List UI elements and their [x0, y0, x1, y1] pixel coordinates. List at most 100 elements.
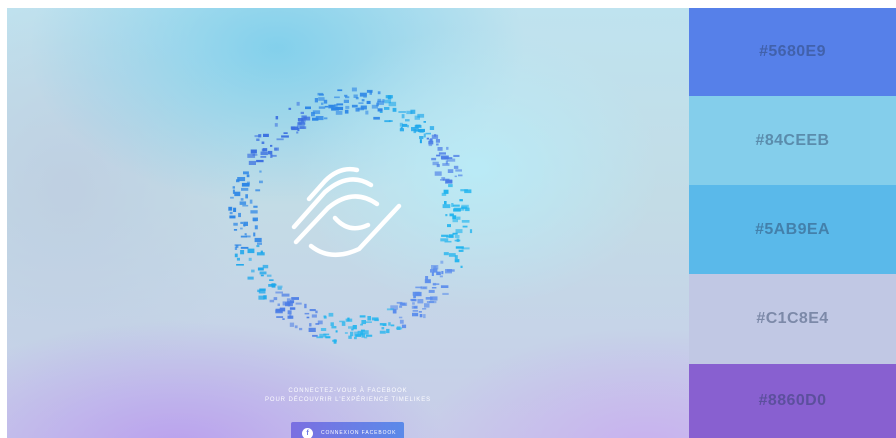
ring-particle — [415, 124, 421, 127]
ring-particle — [304, 303, 307, 309]
ring-particle — [247, 248, 255, 254]
ring-particle — [275, 116, 279, 120]
ring-particle — [413, 306, 418, 309]
ring-particle — [431, 287, 437, 289]
ring-particle — [385, 95, 393, 99]
facebook-button-label: CONNEXION FACEBOOK — [321, 430, 397, 436]
swatch-hex-label: #C1C8E4 — [756, 310, 829, 327]
ring-particle — [246, 174, 250, 178]
ring-particle — [243, 221, 248, 226]
ring-particle — [259, 271, 267, 275]
facebook-connect-button[interactable]: f CONNEXION FACEBOOK — [291, 422, 404, 438]
ring-particle — [275, 309, 283, 314]
ring-particle — [309, 323, 312, 327]
ring-particle — [255, 189, 261, 192]
ring-particle — [275, 291, 283, 294]
ring-particle — [345, 105, 350, 109]
ring-particle — [233, 222, 238, 226]
ring-particle — [248, 160, 256, 165]
ring-particle — [287, 315, 294, 319]
cta-text-line2: POUR DÉCOUVRIR L'EXPÉRIENCE TIMELIKES — [264, 397, 432, 403]
ring-particle — [361, 99, 365, 102]
ring-particle — [333, 339, 337, 344]
ring-particle — [429, 126, 435, 130]
ring-particle — [323, 316, 327, 319]
ring-particle — [369, 90, 372, 95]
ring-particle — [253, 232, 256, 237]
ring-particle — [256, 138, 260, 141]
ring-particle — [402, 123, 408, 127]
ring-particle — [426, 137, 430, 140]
ring-particle — [290, 126, 296, 130]
ring-particle — [260, 156, 267, 158]
ring-particle — [247, 276, 254, 280]
ring-particle — [439, 275, 443, 278]
ring-particle — [320, 328, 327, 331]
ring-particle — [444, 157, 453, 159]
ring-particle — [454, 235, 460, 239]
ring-particle — [454, 175, 457, 178]
ring-particle — [263, 295, 267, 300]
ring-particle — [311, 112, 315, 117]
ring-particle — [240, 227, 243, 230]
ring-particle — [420, 286, 428, 290]
ring-particle — [301, 119, 306, 122]
ring-particle — [240, 221, 243, 224]
ring-particle — [311, 314, 317, 318]
ring-particle — [308, 327, 316, 332]
ring-particle — [461, 247, 470, 250]
ring-particle — [461, 220, 470, 223]
ring-particle — [444, 240, 452, 243]
ring-particle — [354, 336, 357, 340]
ring-particle — [277, 285, 283, 288]
ring-particle — [350, 331, 354, 337]
ring-particle — [288, 107, 292, 110]
ring-particle — [415, 313, 418, 316]
ring-particle — [377, 91, 381, 95]
ring-particle — [328, 312, 334, 317]
ring-particle — [412, 310, 419, 312]
ring-particle — [412, 302, 415, 305]
ring-particle — [454, 259, 460, 263]
ring-particle — [289, 307, 296, 310]
ring-particle — [437, 147, 443, 151]
ring-particle — [359, 92, 367, 97]
ring-particle — [357, 107, 364, 111]
ring-particle — [453, 204, 460, 207]
ring-particle — [448, 184, 453, 188]
ring-particle — [323, 117, 328, 120]
ring-particle — [298, 121, 302, 125]
ring-particle — [246, 235, 251, 238]
ring-particle — [436, 154, 441, 157]
ring-particle — [294, 325, 298, 329]
ring-particle — [436, 143, 439, 146]
ring-particle — [405, 119, 410, 122]
ring-particle — [445, 214, 448, 217]
ring-particle — [386, 328, 390, 334]
ring-particle — [243, 171, 249, 175]
ring-particle — [459, 199, 463, 202]
ring-particle — [401, 114, 405, 119]
ring-particle — [377, 108, 383, 112]
ring-particle — [245, 194, 248, 199]
ring-particle — [401, 324, 407, 329]
ring-particle — [366, 334, 373, 337]
ring-particle — [440, 285, 449, 288]
ring-particle — [419, 314, 423, 318]
ring-particle — [396, 327, 403, 330]
ring-particle — [446, 146, 449, 150]
swatch-hex-label: #84CEEB — [755, 131, 830, 149]
ring-particle — [301, 115, 307, 120]
ring-particle — [376, 102, 379, 107]
ring-particle — [254, 225, 258, 230]
particle-ring — [228, 87, 473, 344]
ring-particle — [260, 250, 263, 254]
ring-particle — [452, 232, 458, 235]
ring-particle — [240, 246, 249, 249]
ring-particle — [359, 315, 366, 318]
ring-particle — [388, 322, 391, 326]
ring-particle — [250, 149, 257, 154]
ring-particle — [398, 111, 406, 113]
ring-particle — [335, 111, 343, 115]
ring-particle — [379, 330, 386, 334]
